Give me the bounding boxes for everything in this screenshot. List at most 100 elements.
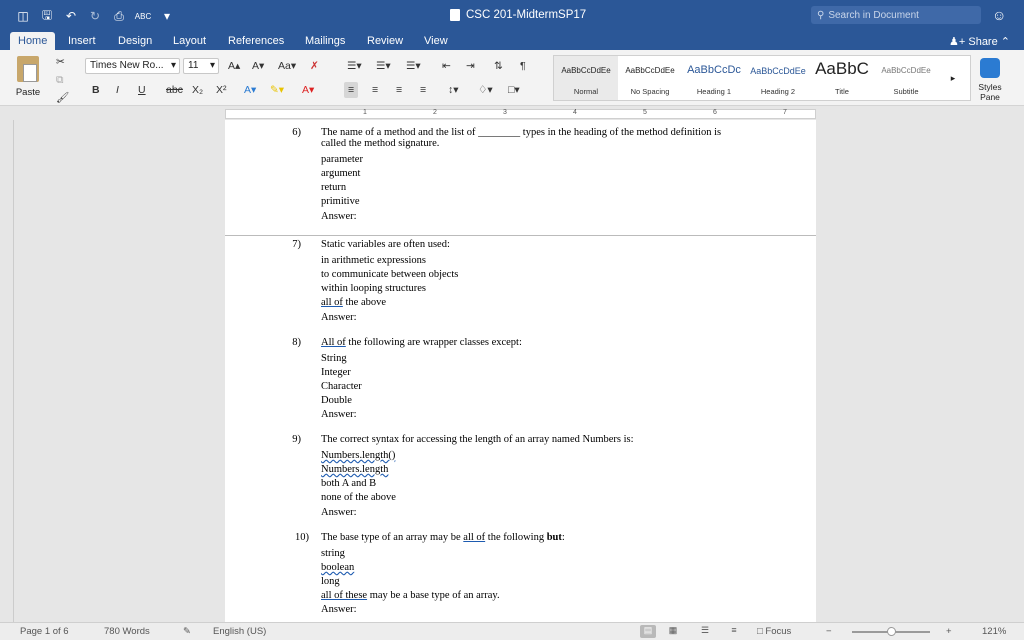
- save-icon[interactable]: 🖫: [38, 7, 56, 25]
- increase-indent-icon[interactable]: ⇥: [462, 58, 479, 74]
- justify-icon[interactable]: ≡: [416, 82, 430, 98]
- style-subtitle[interactable]: AaBbCcDdEe Subtitle: [874, 56, 938, 100]
- question-text: All of the following are wrapper classes…: [321, 337, 522, 349]
- sidebar-toggle-icon[interactable]: ◫: [14, 7, 32, 25]
- copy-icon[interactable]: ⧉: [52, 72, 68, 88]
- text-effects-icon[interactable]: A▾: [240, 82, 260, 98]
- show-formatting-icon[interactable]: ¶: [516, 58, 530, 74]
- vertical-ruler: [0, 120, 14, 622]
- gallery-more-icon[interactable]: ▸: [938, 56, 968, 100]
- superscript-icon[interactable]: X²: [212, 82, 231, 98]
- zoom-out-button[interactable]: −: [826, 626, 832, 637]
- clipboard-icon: [17, 56, 39, 82]
- styles-gallery: AaBbCcDdEe Normal AaBbCcDdEe No Spacing …: [553, 55, 971, 101]
- draft-view-icon[interactable]: ≡: [726, 625, 742, 638]
- sort-icon[interactable]: ⇅: [490, 58, 507, 74]
- document-title-text: CSC 201-MidtermSP17: [466, 9, 587, 21]
- subscript-icon[interactable]: X₂: [188, 82, 207, 98]
- question-text-rest: the following: [485, 532, 547, 543]
- multilevel-list-icon[interactable]: ☰▾: [402, 58, 425, 74]
- answer-label: Answer:: [321, 604, 357, 615]
- focus-button[interactable]: □ Focus: [757, 626, 791, 637]
- align-left-icon[interactable]: ≡: [344, 82, 359, 98]
- style-no-spacing[interactable]: AaBbCcDdEe No Spacing: [618, 56, 682, 100]
- format-painter-icon[interactable]: 🖌: [52, 90, 73, 106]
- option-text: primitive: [321, 196, 360, 207]
- change-case-button[interactable]: Aa▾: [274, 58, 300, 74]
- style-title[interactable]: AaBbC Title: [810, 56, 874, 100]
- document-page[interactable]: 6) The name of a method and the list of …: [225, 120, 816, 622]
- styles-pane-button[interactable]: Styles Pane: [975, 58, 1005, 102]
- style-name: No Spacing: [630, 87, 670, 96]
- font-size-select[interactable]: 11 ▾: [183, 58, 219, 74]
- ruler-number: 2: [433, 109, 437, 116]
- share-button[interactable]: ♟+ Share ⌃: [949, 35, 1010, 48]
- language-indicator[interactable]: English (US): [213, 626, 266, 637]
- tab-references[interactable]: References: [220, 32, 292, 50]
- answer-label: Answer:: [321, 409, 357, 420]
- style-normal[interactable]: AaBbCcDdEe Normal: [554, 56, 618, 100]
- align-center-icon[interactable]: ≡: [368, 82, 382, 98]
- print-layout-icon[interactable]: ▤: [640, 625, 656, 638]
- question-text-rest: the following are wrapper classes except…: [345, 337, 522, 348]
- tab-insert[interactable]: Insert: [60, 32, 104, 50]
- tab-mailings[interactable]: Mailings: [297, 32, 353, 50]
- web-layout-icon[interactable]: ▦: [665, 625, 681, 638]
- question-text-bold: but: [546, 532, 562, 543]
- cut-icon[interactable]: ✂: [52, 54, 69, 70]
- clear-formatting-icon[interactable]: ✗: [306, 58, 323, 74]
- undo-icon[interactable]: ↶: [62, 7, 80, 25]
- tab-design[interactable]: Design: [110, 32, 160, 50]
- tab-home[interactable]: Home: [10, 32, 56, 50]
- redo-icon[interactable]: ↻: [86, 7, 104, 25]
- focus-label: Focus: [765, 626, 792, 637]
- italic-button[interactable]: I: [112, 82, 123, 98]
- ruler-number: 1: [363, 109, 367, 116]
- paste-button[interactable]: Paste: [8, 56, 48, 98]
- style-preview: AaBbCcDc: [687, 64, 741, 76]
- option-text: within looping structures: [321, 283, 426, 294]
- tab-layout[interactable]: Layout: [165, 32, 214, 50]
- style-heading-1[interactable]: AaBbCcDc Heading 1: [682, 56, 746, 100]
- feedback-icon[interactable]: ☺: [992, 7, 1006, 23]
- decrease-indent-icon[interactable]: ⇤: [438, 58, 455, 74]
- grow-font-button[interactable]: A▴: [224, 58, 244, 74]
- shrink-font-button[interactable]: A▾: [248, 58, 268, 74]
- outline-view-icon[interactable]: ☰: [697, 625, 713, 638]
- search-box[interactable]: ⚲ Search in Document: [811, 6, 981, 24]
- shading-icon[interactable]: ♢▾: [474, 82, 497, 98]
- page-count[interactable]: Page 1 of 6: [20, 626, 69, 637]
- highlight-icon[interactable]: ✎▾: [266, 82, 288, 98]
- quick-access-toolbar: ◫ 🖫 ↶ ↻ ⎙ ABC ▾: [14, 7, 176, 25]
- font-name-select[interactable]: Times New Ro... ▾: [85, 58, 180, 74]
- word-count[interactable]: 780 Words: [104, 626, 150, 637]
- tab-view[interactable]: View: [416, 32, 456, 50]
- font-color-icon[interactable]: A▾: [298, 82, 318, 98]
- borders-icon[interactable]: □▾: [504, 82, 524, 98]
- horizontal-ruler[interactable]: 1 2 3 4 5 6 7: [225, 109, 816, 119]
- style-heading-2[interactable]: AaBbCcDdEe Heading 2: [746, 56, 810, 100]
- style-preview: AaBbCcDdEe: [561, 66, 611, 75]
- share-label: Share: [968, 36, 998, 48]
- zoom-slider-thumb[interactable]: [887, 627, 896, 636]
- strikethrough-button[interactable]: abc: [162, 82, 187, 98]
- bullets-icon[interactable]: ☰▾: [343, 58, 366, 74]
- align-right-icon[interactable]: ≡: [392, 82, 406, 98]
- style-preview: AaBbC: [815, 59, 869, 78]
- zoom-level[interactable]: 121%: [982, 626, 1006, 637]
- line-spacing-icon[interactable]: ↕▾: [444, 82, 463, 98]
- option-text: long: [321, 576, 340, 587]
- search-placeholder: Search in Document: [828, 9, 919, 21]
- numbering-icon[interactable]: ☰▾: [372, 58, 395, 74]
- spelling-icon[interactable]: ABC: [134, 7, 152, 25]
- tab-review[interactable]: Review: [359, 32, 411, 50]
- bold-button[interactable]: B: [88, 82, 104, 98]
- grammar-flag: All of: [321, 337, 346, 348]
- option-text-rest: may be a base type of an array.: [367, 590, 500, 601]
- customize-toolbar-icon[interactable]: ▾: [158, 7, 176, 25]
- zoom-in-button[interactable]: +: [946, 626, 952, 637]
- option-text: return: [321, 182, 347, 193]
- print-icon[interactable]: ⎙: [110, 7, 128, 25]
- underline-button[interactable]: U: [134, 82, 150, 98]
- proofing-icon[interactable]: ✎: [183, 626, 191, 637]
